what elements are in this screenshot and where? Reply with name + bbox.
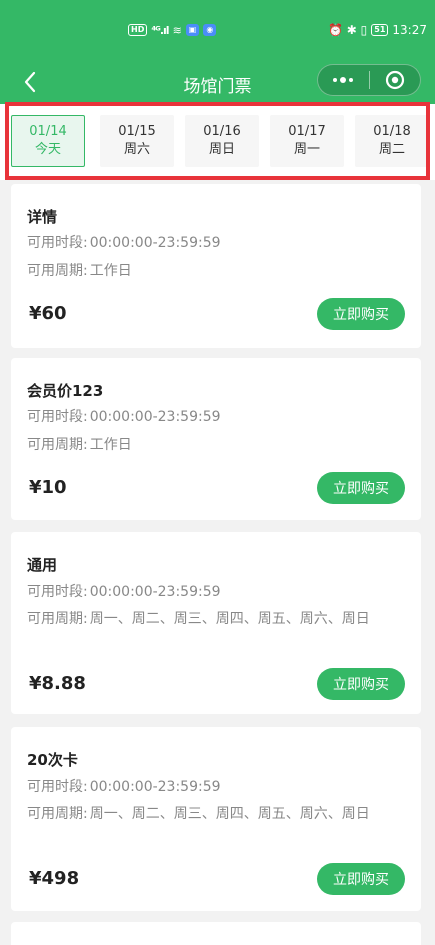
period-row: 可用周期: 工作日 (27, 260, 407, 282)
date-tab[interactable]: 01/18 周二 (355, 115, 429, 167)
date-tab-date: 01/18 (373, 124, 411, 139)
date-tab-date: 01/17 (288, 124, 326, 139)
period-value: 工作日 (89, 437, 132, 453)
alarm-bluetooth-vibrate-icons: ⏰ ✱ ▯ (328, 23, 368, 37)
ticket-card: 通用 可用时段: 00:00:00-23:59:59 可用周期: 周一、周二、周… (11, 532, 421, 714)
buy-now-button[interactable]: 立即购买 (317, 472, 405, 504)
period-label: 可用周期: (27, 437, 88, 453)
status-time: 13:27 (392, 23, 427, 37)
signal-icon: ⁴ᴳ.ıl (151, 23, 169, 37)
buy-now-button[interactable]: 立即购买 (317, 298, 405, 330)
date-tab-date: 01/16 (203, 124, 241, 139)
close-miniprogram-button[interactable] (369, 65, 420, 95)
ticket-title: 20次卡 (27, 751, 78, 769)
ticket-price: ¥60 (29, 303, 67, 324)
date-tab-date: 01/15 (118, 124, 156, 139)
date-tab-day: 周日 (208, 142, 235, 157)
date-tab-day: 周一 (293, 142, 320, 157)
date-tab-today[interactable]: 01/14 今天 (11, 115, 85, 167)
time-row: 可用时段: 00:00:00-23:59:59 (27, 776, 407, 798)
ticket-price: ¥8.88 (29, 673, 86, 694)
period-value: 周一、周二、周三、周四、周五、周六、周日 (89, 611, 370, 627)
target-close-icon (385, 70, 404, 90)
time-row: 可用时段: 00:00:00-23:59:59 (27, 406, 407, 428)
period-value: 周一、周二、周三、周四、周五、周六、周日 (89, 806, 370, 822)
ticket-price: ¥498 (29, 868, 80, 889)
location-notification-icon: ◉ (203, 24, 217, 36)
buy-now-button[interactable]: 立即购买 (317, 668, 405, 700)
period-row: 可用周期: 工作日 (27, 434, 407, 456)
time-value: 00:00:00-23:59:59 (89, 779, 221, 795)
period-label: 可用周期: (27, 263, 88, 279)
period-row: 可用周期: 周一、周二、周三、周四、周五、周六、周日 (27, 803, 407, 825)
ticket-card: 详情 可用时段: 00:00:00-23:59:59 可用周期: 工作日 ¥60… (11, 184, 421, 348)
period-label: 可用周期: (27, 806, 88, 822)
time-row: 可用时段: 00:00:00-23:59:59 (27, 232, 407, 254)
status-right-icons: ⏰ ✱ ▯ 51 13:27 (328, 20, 427, 40)
status-left-icons: HD ⁴ᴳ.ıl ≋ ▣ ◉ (128, 20, 217, 40)
time-value: 00:00:00-23:59:59 (89, 235, 221, 251)
date-tab[interactable]: 01/15 周六 (100, 115, 174, 167)
nav-bar: 场馆门票 (0, 60, 435, 104)
buy-now-button[interactable]: 立即购买 (317, 863, 405, 895)
date-tab-day: 今天 (34, 142, 61, 157)
ticket-card-partial (11, 922, 421, 945)
ticket-card: 20次卡 可用时段: 00:00:00-23:59:59 可用周期: 周一、周二… (11, 727, 421, 911)
ticket-title: 通用 (27, 556, 58, 574)
hd-badge: HD (128, 24, 148, 36)
wifi-icon: ≋ (172, 23, 182, 37)
time-row: 可用时段: 00:00:00-23:59:59 (27, 581, 407, 603)
time-label: 可用时段: (27, 235, 88, 251)
date-tab-day: 周六 (123, 142, 150, 157)
time-label: 可用时段: (27, 409, 88, 425)
ticket-card: 会员价123 可用时段: 00:00:00-23:59:59 可用周期: 工作日… (11, 358, 421, 520)
status-bar: HD ⁴ᴳ.ıl ≋ ▣ ◉ ⏰ ✱ ▯ 51 13:27 (0, 0, 435, 60)
app-notification-icon: ▣ (185, 24, 200, 36)
date-tab-date: 01/14 (29, 124, 67, 139)
more-button[interactable] (318, 65, 369, 95)
date-tab[interactable]: 01/16 周日 (185, 115, 259, 167)
ticket-title: 详情 (27, 208, 58, 226)
time-value: 00:00:00-23:59:59 (89, 584, 221, 600)
period-row: 可用周期: 周一、周二、周三、周四、周五、周六、周日 (27, 608, 407, 630)
battery-icon: 51 (371, 24, 389, 36)
time-label: 可用时段: (27, 779, 88, 795)
period-value: 工作日 (89, 263, 132, 279)
miniprogram-capsule (317, 64, 421, 96)
date-selector: 01/14 今天 01/15 周六 01/16 周日 01/17 周一 01/1… (0, 104, 435, 180)
ticket-price: ¥10 (29, 477, 67, 498)
period-label: 可用周期: (27, 611, 88, 627)
date-tab-day: 周二 (378, 142, 405, 157)
time-value: 00:00:00-23:59:59 (89, 409, 221, 425)
ticket-title: 会员价123 (27, 382, 104, 400)
date-tab[interactable]: 01/17 周一 (270, 115, 344, 167)
time-label: 可用时段: (27, 584, 88, 600)
